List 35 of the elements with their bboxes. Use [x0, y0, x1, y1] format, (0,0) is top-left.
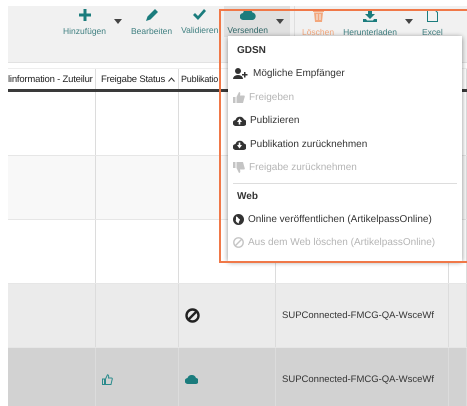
sort-caret-icon[interactable]: [168, 76, 176, 82]
pencil-icon: [146, 9, 158, 21]
menu-item[interactable]: Publikation zurücknehmen: [228, 132, 462, 156]
globe-icon: [233, 214, 244, 225]
cloud-icon: [240, 9, 256, 20]
toolbar-button[interactable]: Bearbeiten: [128, 6, 176, 37]
cloud-download-icon: [233, 138, 246, 150]
ban-icon: [233, 237, 244, 248]
table-cell: SUPConnected-FMCG-QA-WsceWf: [282, 374, 434, 385]
caret-icon[interactable]: [114, 19, 122, 24]
thumbs-down-icon: [233, 162, 245, 174]
toolbar-button[interactable]: Validieren: [178, 6, 222, 37]
menu-section-title: Web: [236, 190, 259, 204]
menu-item[interactable]: Publizieren: [228, 109, 462, 132]
table-cell: SUPConnected-FMCG-QA-WsceWf: [282, 310, 434, 321]
plus-icon: [78, 9, 90, 21]
toolbar-button[interactable]: Hinzufügen: [60, 6, 110, 37]
cloud-upload-icon: [233, 115, 246, 126]
column-header[interactable]: linformation - Zuteilur: [8, 74, 93, 84]
thumbs-up-icon: [233, 92, 245, 103]
download-icon: [363, 9, 378, 22]
person-plus-icon: [233, 68, 249, 80]
caret-icon[interactable]: [404, 19, 413, 24]
trash-icon: [312, 9, 324, 22]
caret-icon[interactable]: [276, 19, 284, 24]
column-header[interactable]: Freigabe Status: [101, 74, 166, 84]
toolbar-button[interactable]: Herunterladen: [340, 6, 400, 37]
checkmark-icon: [193, 9, 206, 20]
menu-item[interactable]: Mögliche Empfänger: [228, 62, 462, 86]
toolbar-button[interactable]: Excel: [418, 6, 446, 37]
document-icon: [426, 9, 438, 22]
menu-item[interactable]: Online veröffentlichen (ArtikelpassOnline): [228, 208, 462, 231]
menu-section-title: GDSN: [236, 44, 267, 58]
toolbar-button[interactable]: Versenden: [224, 6, 271, 37]
column-header[interactable]: Publikatio: [181, 74, 218, 84]
